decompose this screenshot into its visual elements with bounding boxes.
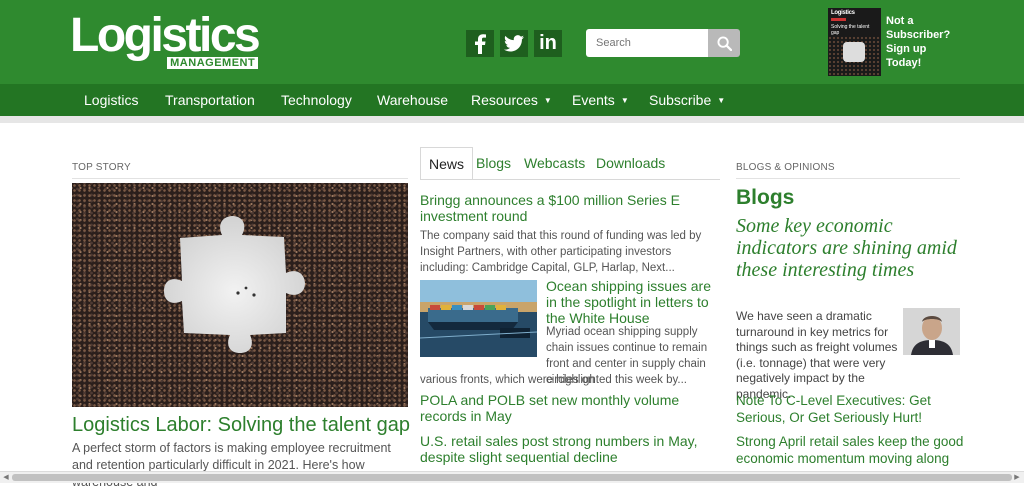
news-item-summary: The company said that this round of fund… <box>420 230 702 274</box>
nav-item-resources[interactable]: Resources ▼ <box>471 92 552 109</box>
scroll-right-icon[interactable]: ▶ <box>1012 473 1022 483</box>
tab-blogs[interactable]: Blogs <box>476 147 511 180</box>
blogs-section-label: BLOGS & OPINIONS <box>736 162 835 173</box>
cover-title: Logistics <box>831 10 855 16</box>
nav-label: Transportation <box>165 92 255 108</box>
section-divider <box>736 178 960 179</box>
news-item-title[interactable]: U.S. retail sales post strong numbers in… <box>420 433 720 465</box>
nav-item-transportation[interactable]: Transportation <box>165 92 255 108</box>
scroll-left-icon[interactable]: ◀ <box>1 473 11 483</box>
site-logo[interactable]: Logistics MANAGEMENT <box>70 9 261 69</box>
puzzle-piece-shape <box>164 216 305 353</box>
tab-news[interactable]: News <box>420 147 474 180</box>
search-button[interactable] <box>708 29 740 57</box>
site-header: Logistics MANAGEMENT in Logistics Solvin… <box>0 0 1024 84</box>
top-story-summary: A perfect storm of factors is making emp… <box>72 441 391 489</box>
search-icon <box>716 35 732 51</box>
horizontal-scrollbar[interactable]: ◀ ▶ <box>0 471 1024 483</box>
nav-item-subscribe[interactable]: Subscribe ▼ <box>649 92 725 109</box>
nav-label: Technology <box>281 92 352 108</box>
chevron-down-icon: ▼ <box>620 96 629 105</box>
author-avatar[interactable] <box>903 308 960 355</box>
nav-label: Subscribe <box>649 92 712 108</box>
search-box <box>586 29 740 57</box>
subscribe-cta-line: Sign up <box>886 43 927 55</box>
ship-port-illustration <box>420 280 537 357</box>
news-item-image[interactable] <box>420 280 537 357</box>
logo-wordmark: Logistics <box>70 9 261 62</box>
linkedin-label: in <box>539 32 557 54</box>
section-divider <box>72 178 408 179</box>
blog-feature-title[interactable]: Some key economic indicators are shining… <box>736 215 964 281</box>
nav-shadow-strip <box>0 116 1024 123</box>
scrollbar-thumb[interactable] <box>12 474 1012 481</box>
nav-item-events[interactable]: Events ▼ <box>572 92 629 109</box>
subscribe-cta-line: Not a <box>886 15 914 27</box>
nav-item-warehouse[interactable]: Warehouse <box>377 92 448 108</box>
subscribe-cta[interactable]: Not a Subscriber? Sign up Today! <box>886 14 956 70</box>
chevron-down-icon: ▼ <box>717 96 726 105</box>
facebook-icon[interactable] <box>466 30 494 57</box>
magazine-cover[interactable]: Logistics Solving the talent gap <box>828 8 881 76</box>
blogs-heading[interactable]: Blogs <box>736 186 794 210</box>
author-photo <box>903 308 960 355</box>
blog-link[interactable]: Note To C-Level Executives: Get Serious,… <box>736 392 964 426</box>
twitter-icon[interactable] <box>500 30 528 57</box>
nav-label: Events <box>572 92 615 108</box>
nav-item-logistics[interactable]: Logistics <box>84 92 138 108</box>
cover-accent <box>831 18 846 21</box>
top-story-headline[interactable]: Logistics Labor: Solving the talent gap <box>72 414 410 437</box>
nav-label: Logistics <box>84 92 139 108</box>
nav-label: Resources <box>471 92 538 108</box>
subscribe-cta-line: Subscriber? <box>886 29 951 41</box>
logo-subtitle: MANAGEMENT <box>167 57 259 69</box>
cover-puzzle-piece <box>843 42 865 62</box>
nav-label: Warehouse <box>377 92 449 108</box>
subscribe-cta-line: Today! <box>886 57 922 69</box>
news-item-title[interactable]: Bringg announces a $100 million Series E… <box>420 192 720 224</box>
main-nav: Logistics Transportation Technology Ware… <box>0 84 1024 116</box>
tabs-divider <box>420 179 720 180</box>
news-item-title[interactable]: Ocean shipping issues are in the spotlig… <box>546 278 718 326</box>
top-story-image[interactable] <box>72 183 408 407</box>
tab-webcasts[interactable]: Webcasts <box>524 147 585 180</box>
blog-link[interactable]: Strong April retail sales keep the good … <box>736 433 964 467</box>
cover-headline: Solving the talent gap <box>831 24 870 36</box>
search-input[interactable] <box>586 29 708 57</box>
linkedin-icon[interactable]: in <box>534 30 562 57</box>
tab-downloads[interactable]: Downloads <box>596 147 665 180</box>
chevron-down-icon: ▼ <box>543 96 552 105</box>
blog-feature-summary: We have seen a dramatic turnaround in ke… <box>736 309 898 401</box>
news-item-title[interactable]: POLA and POLB set new monthly volume rec… <box>420 392 720 424</box>
nav-item-technology[interactable]: Technology <box>281 92 352 108</box>
top-story-label: TOP STORY <box>72 162 131 173</box>
news-item-summary-cont: various fronts, which were highlighted t… <box>420 374 687 386</box>
